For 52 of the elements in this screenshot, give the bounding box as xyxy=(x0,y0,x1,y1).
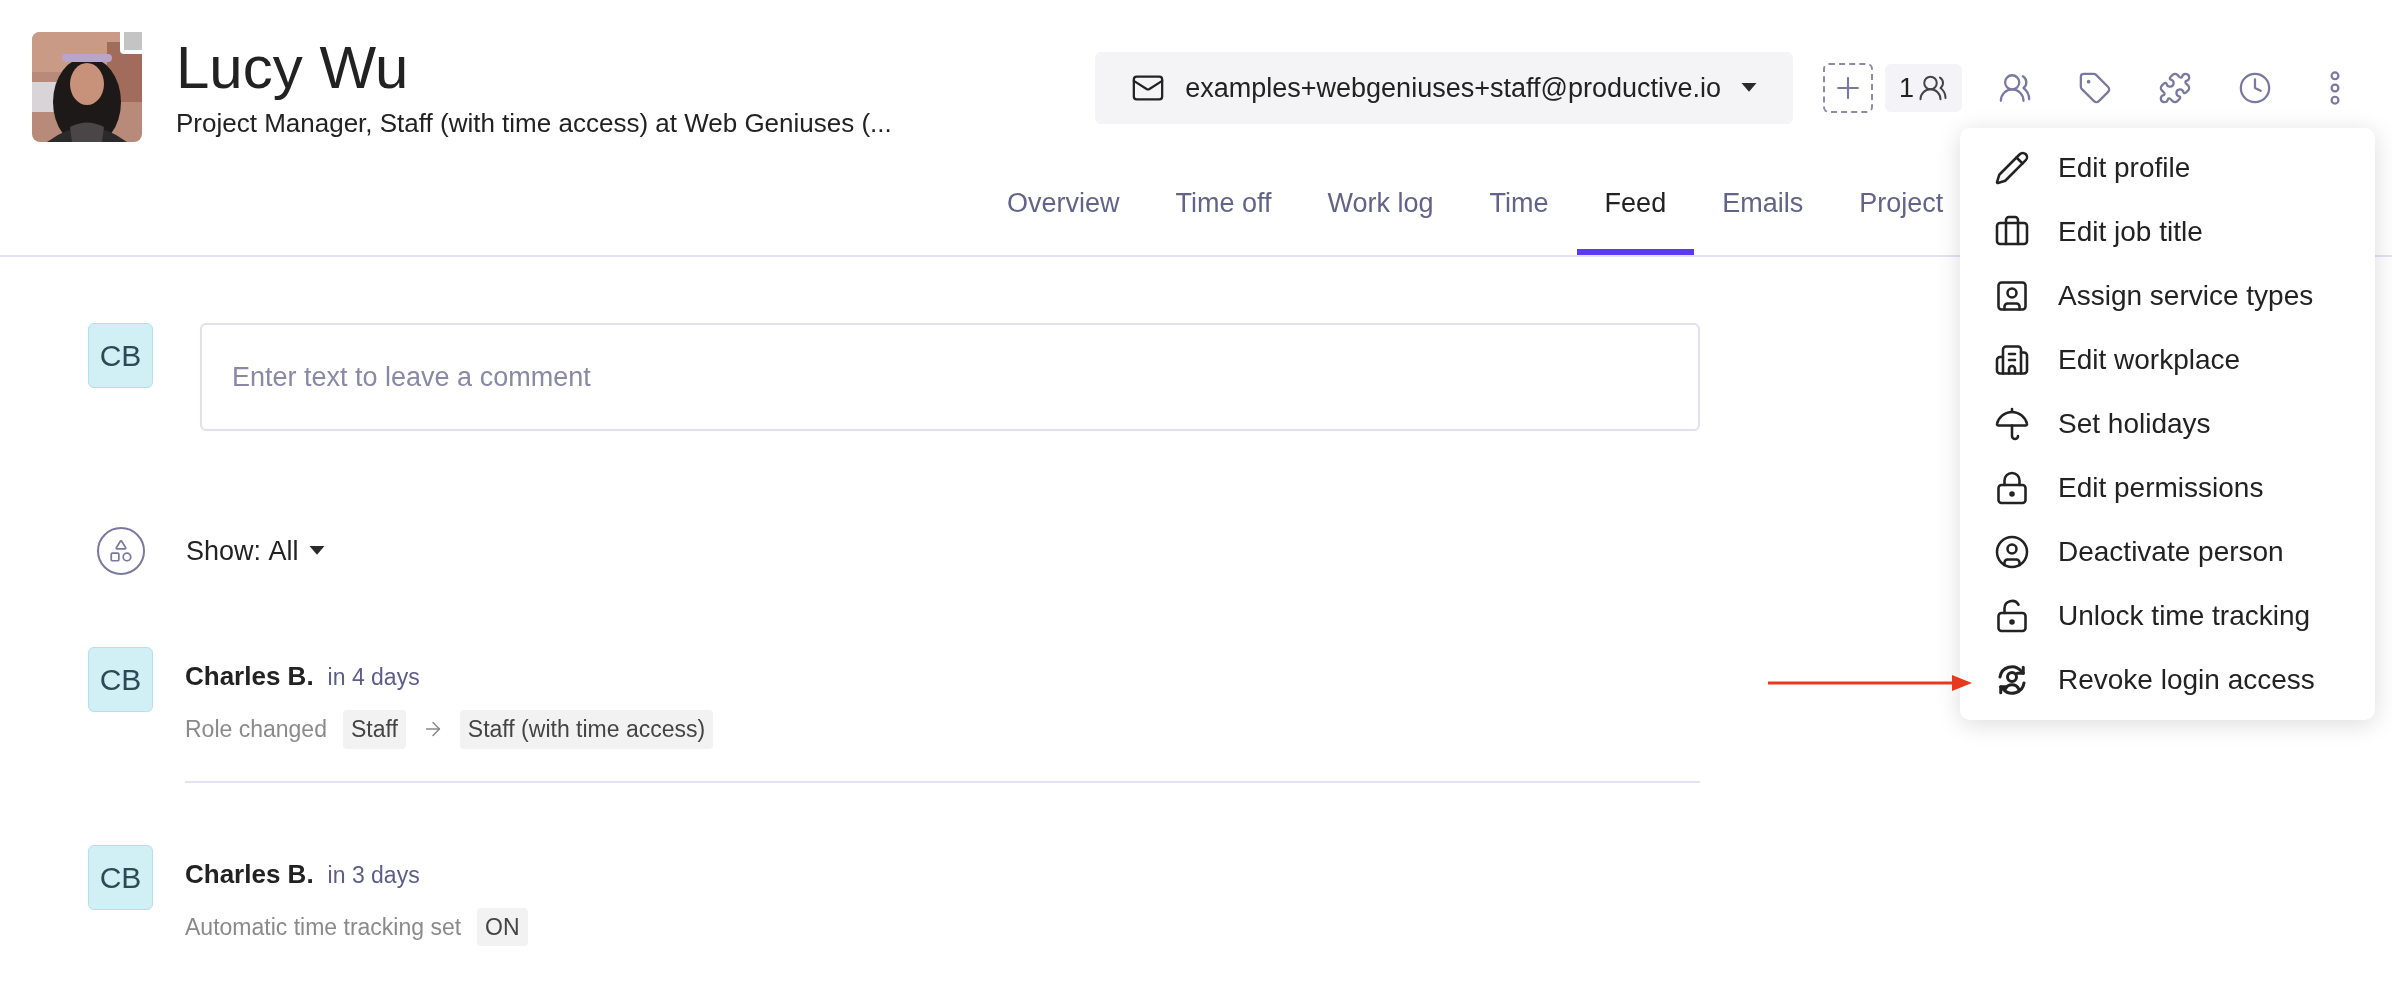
lock-icon xyxy=(1994,470,2030,506)
menu-item[interactable]: Edit permissions xyxy=(1960,456,2375,520)
add-button[interactable] xyxy=(1822,63,1873,113)
building-icon xyxy=(1994,342,2030,378)
author-name: Charles B. xyxy=(185,857,314,891)
user-avatar: CB xyxy=(88,323,153,388)
tab[interactable]: Overview xyxy=(979,182,1148,255)
menu-item[interactable]: Revoke login access xyxy=(1960,648,2375,712)
people-icon xyxy=(1918,73,1948,103)
people-group-icon xyxy=(1998,71,2032,105)
id-badge-icon xyxy=(1994,278,2030,314)
people-group-button[interactable] xyxy=(1998,71,2032,105)
tag-icon xyxy=(2078,71,2112,105)
time-label: in 4 days xyxy=(327,663,420,692)
user-avatar: CB xyxy=(88,647,153,712)
tag-button[interactable] xyxy=(2078,71,2112,105)
tab[interactable]: Feed xyxy=(1576,182,1695,255)
value-tag: ON xyxy=(477,907,528,946)
user-circle-icon xyxy=(1994,534,2030,570)
tab[interactable]: Time xyxy=(1461,182,1577,255)
shapes-icon xyxy=(108,538,134,564)
unlock-icon xyxy=(1994,598,2030,634)
caret-icon xyxy=(1740,83,1757,93)
user-avatar: CB xyxy=(88,844,153,910)
menu-item[interactable]: Unlock time tracking xyxy=(1960,584,2375,648)
pencil-icon xyxy=(1994,150,2030,186)
puzzle-icon xyxy=(2158,71,2192,105)
menu-item[interactable]: Set holidays xyxy=(1960,392,2375,456)
show-filter-dropdown[interactable]: Show: All xyxy=(186,530,325,572)
person-name: Lucy Wu xyxy=(176,34,410,102)
comment-field[interactable]: Enter text to leave a comment xyxy=(200,323,1700,431)
tab[interactable]: Time off xyxy=(1147,182,1300,255)
email-selector[interactable]: examples+webgeniuses+staff@productive.io xyxy=(1095,52,1793,124)
umbrella-icon xyxy=(1994,406,2030,442)
more-options-icon xyxy=(2330,71,2340,105)
new-value-tag: Staff (with time access) xyxy=(459,710,714,749)
tab[interactable]: Work log xyxy=(1299,182,1462,255)
tab[interactable]: Emails xyxy=(1694,182,1832,255)
time-label: in 3 days xyxy=(327,860,420,890)
person-subtitle: Project Manager, Staff (with time access) at Web Geniuses (... xyxy=(176,107,892,140)
caret-icon xyxy=(308,546,325,556)
menu-item[interactable]: Edit workplace xyxy=(1960,328,2375,392)
menu-item[interactable]: Assign service types xyxy=(1960,264,2375,328)
puzzle-button[interactable] xyxy=(2158,71,2192,105)
activity-text: Role changed xyxy=(185,715,327,744)
old-value-tag: Staff xyxy=(342,710,406,749)
people-count-button[interactable]: 1 xyxy=(1884,64,1962,112)
author-name: Charles B. xyxy=(185,660,314,693)
clock-button[interactable] xyxy=(2238,71,2272,105)
clock-icon xyxy=(2238,71,2272,105)
activity-text: Automatic time tracking set xyxy=(185,912,462,942)
menu-item[interactable]: Deactivate person xyxy=(1960,520,2375,584)
